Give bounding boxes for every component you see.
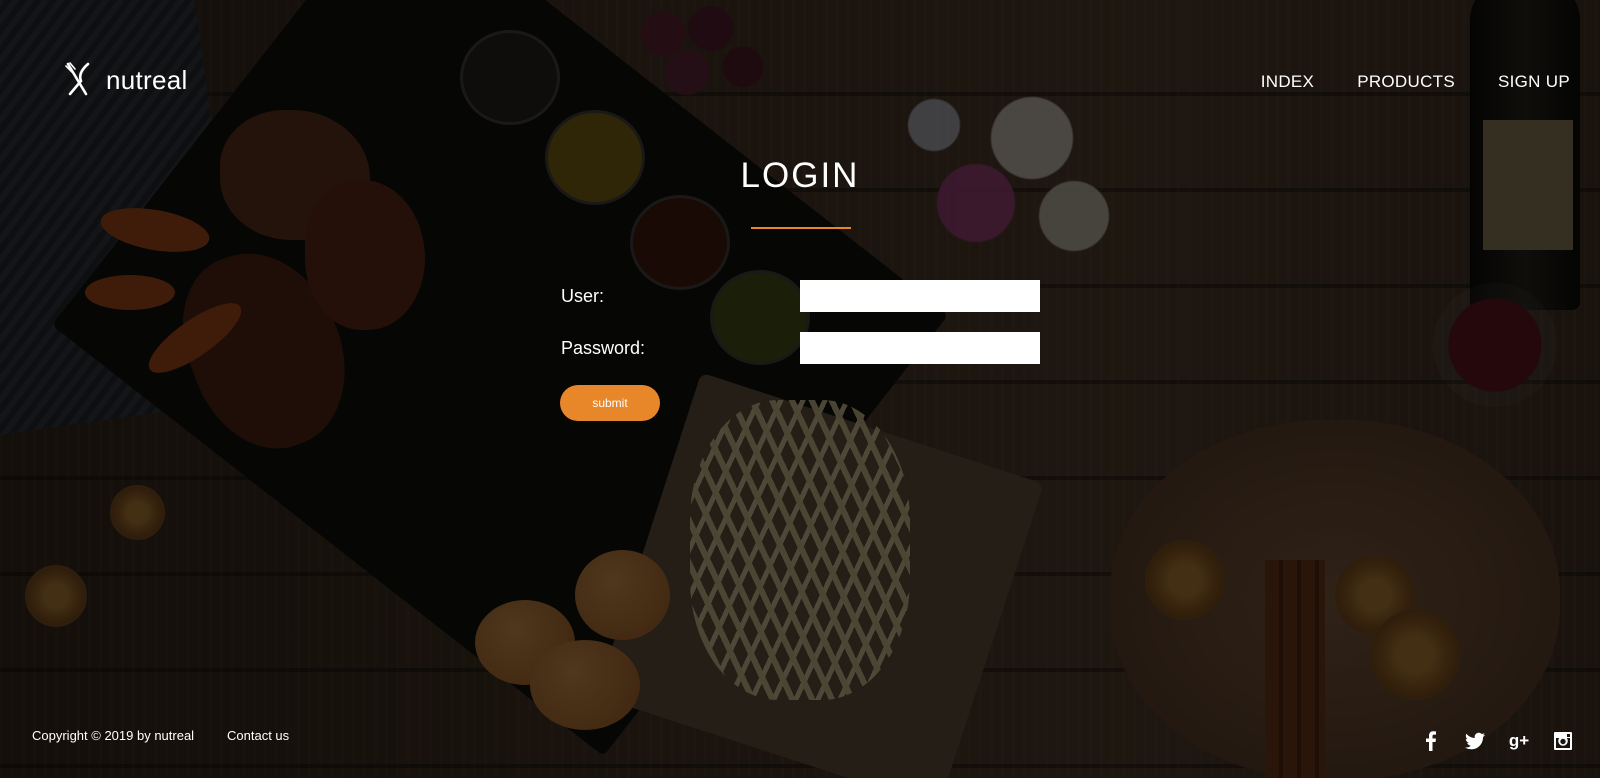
site-footer: Copyright © 2019 by nutreal Contact us g…: [0, 718, 1600, 778]
user-label: User:: [561, 286, 605, 306]
site-header: nutreal INDEX PRODUCTS SIGN UP: [0, 0, 1600, 160]
user-input[interactable]: [800, 280, 1040, 312]
title-underline: [751, 227, 851, 229]
brand-logo[interactable]: nutreal: [64, 62, 188, 98]
nav-index-link[interactable]: INDEX: [1261, 72, 1314, 92]
main-nav: INDEX PRODUCTS SIGN UP: [1261, 72, 1570, 92]
facebook-icon[interactable]: [1420, 730, 1442, 752]
instagram-icon[interactable]: [1552, 730, 1574, 752]
nav-products-link[interactable]: PRODUCTS: [1357, 72, 1455, 92]
submit-button[interactable]: submit: [560, 385, 660, 421]
password-input[interactable]: [800, 332, 1040, 364]
fork-knife-icon: [64, 62, 92, 98]
social-links: g+: [1420, 730, 1574, 752]
copyright-text: Copyright © 2019 by nutreal: [32, 728, 195, 743]
google-plus-icon[interactable]: g+: [1508, 730, 1530, 752]
twitter-icon[interactable]: [1464, 730, 1486, 752]
contact-us-link[interactable]: Contact us: [227, 728, 289, 743]
nav-sign-up-link[interactable]: SIGN UP: [1498, 72, 1570, 92]
brand-name: nutreal: [106, 64, 188, 95]
login-title: LOGIN: [740, 156, 860, 195]
password-label: Password:: [561, 338, 646, 358]
